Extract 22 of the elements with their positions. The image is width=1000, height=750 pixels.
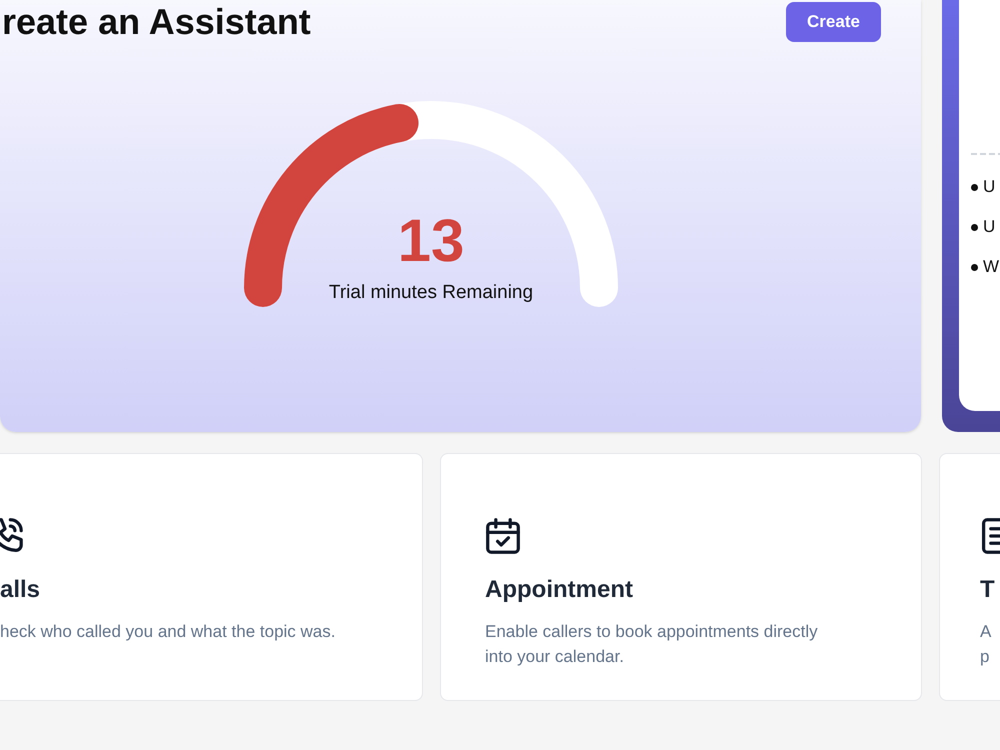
page-title: reate an Assistant xyxy=(2,0,311,44)
minutes-label: Trial minutes Remaining xyxy=(328,281,534,305)
list-item: U xyxy=(983,216,996,238)
bullet-icon xyxy=(971,224,978,230)
feature-description: into your calendar. xyxy=(485,646,625,668)
minutes-count: 13 xyxy=(398,208,464,274)
feature-description: A xyxy=(980,621,992,643)
list-item: U xyxy=(983,176,996,198)
feature-description: Enable callers to book appointments directly xyxy=(485,621,819,643)
feature-card[interactable]: alls heck who called you and what the topic was. xyxy=(0,453,423,701)
bullet-icon xyxy=(971,264,978,270)
feature-title: Appointment xyxy=(485,575,634,605)
bullet-icon xyxy=(971,184,978,190)
list-item: W xyxy=(983,256,1000,278)
feature-card[interactable]: T A p xyxy=(939,453,1000,701)
calendar-icon xyxy=(485,518,521,554)
feature-description: p xyxy=(980,646,990,668)
feature-title: T xyxy=(980,575,996,605)
create-button[interactable]: Create xyxy=(786,2,881,42)
feature-description: heck who called you and what the topic was. xyxy=(0,621,336,643)
feature-card[interactable]: Appointment Enable callers to book appointments directly into your calendar. xyxy=(440,453,922,701)
feature-title: alls xyxy=(0,575,42,605)
